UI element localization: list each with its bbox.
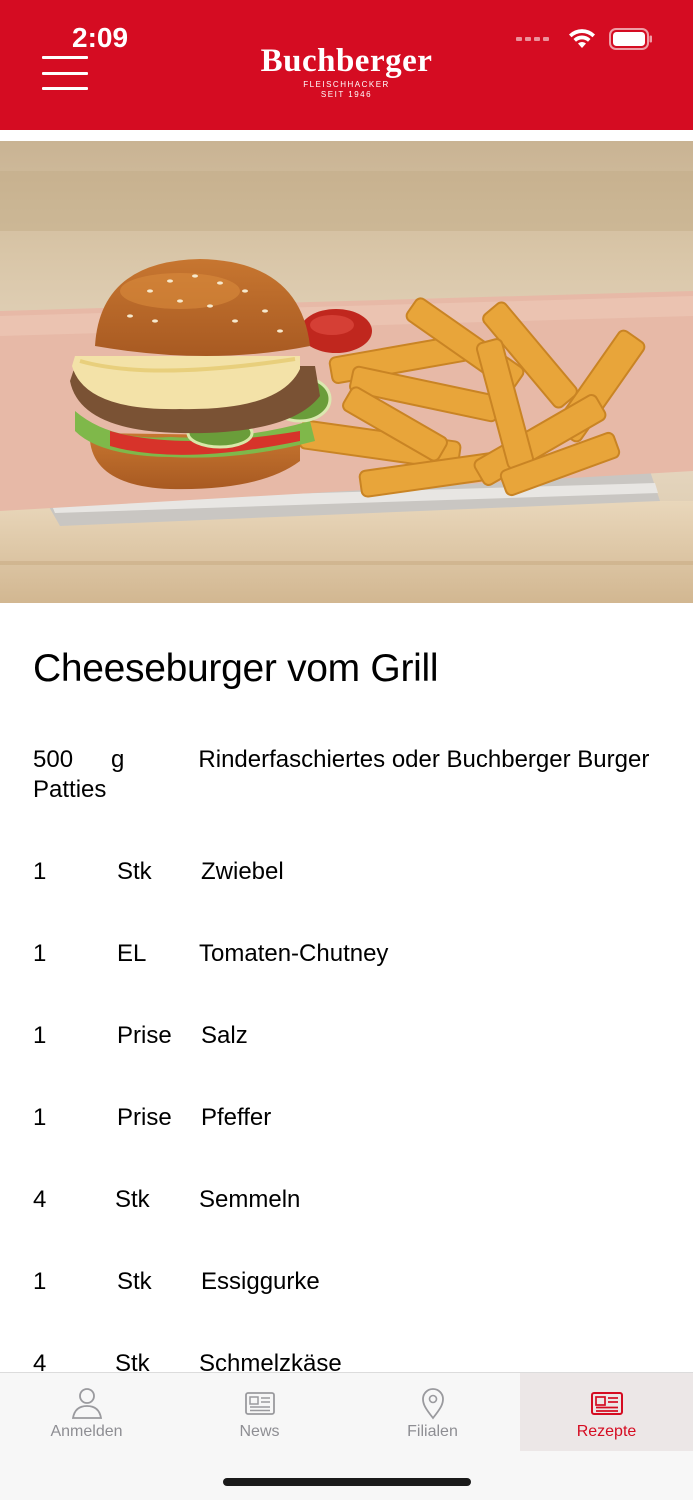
ingredient-qty: 1 [33, 1104, 47, 1131]
ingredient-row: 1 EL Tomaten-Chutney [33, 938, 653, 970]
ingredient-name: Salz [201, 1022, 248, 1049]
ingredient-unit: Stk [117, 858, 152, 885]
ingredient-row: 4 Stk Semmeln [33, 1184, 653, 1216]
ingredient-qty: 1 [33, 1022, 47, 1049]
ingredient-unit: Stk [115, 1186, 150, 1213]
tab-label: News [239, 1423, 280, 1440]
ingredient-unit: Prise [117, 1104, 172, 1131]
ingredient-name: Pfeffer [201, 1104, 272, 1131]
location-pin-icon [421, 1388, 444, 1420]
brand-logo: Buchberger FLEISCHHACKER SEIT 1946 [0, 42, 693, 100]
person-icon [71, 1388, 102, 1419]
brand-subtitle: FLEISCHHACKER [303, 80, 390, 89]
tab-label: Rezepte [576, 1423, 637, 1440]
brand-since: SEIT 1946 [320, 90, 373, 99]
ingredient-row: 1 Stk Zwiebel [33, 856, 653, 888]
recipe-content: Cheeseburger vom Grill 500 g Rinderfaschie… [0, 603, 693, 1373]
ingredient-row: 4 Stk Schmelzkäse [33, 1348, 653, 1373]
app-screen: 2:09 Buchberger FLEISCHHACKER SEIT 1946 … [0, 0, 693, 1500]
ingredient-unit: Stk [115, 1350, 150, 1373]
tab-rezepte[interactable]: Rezepte [520, 1373, 693, 1451]
burger-fries-image [0, 141, 693, 603]
ingredient-qty: 1 [33, 940, 47, 967]
app-header: 2:09 Buchberger FLEISCHHACKER SEIT 1946 [0, 0, 693, 130]
recipe-book-icon [590, 1392, 623, 1415]
ingredient-qty: 4 [33, 1350, 47, 1373]
ingredient-unit: Stk [117, 1268, 152, 1295]
ingredient-row: 1 Prise Salz [33, 1020, 653, 1052]
ingredient-unit: g [111, 746, 125, 773]
tab-news[interactable]: News [173, 1373, 346, 1451]
home-indicator[interactable] [223, 1478, 471, 1486]
tab-filialen[interactable]: Filialen [346, 1373, 519, 1451]
tab-label: Filialen [407, 1423, 458, 1440]
ingredient-unit: EL [117, 940, 147, 967]
ingredient-unit: Prise [117, 1022, 172, 1049]
ingredient-qty: 1 [33, 858, 47, 885]
tab-anmelden[interactable]: Anmelden [0, 1373, 173, 1451]
cellular-signal-icon [516, 37, 549, 41]
ingredient-name: Essiggurke [201, 1268, 320, 1295]
ingredient-name: Rinderfaschiertes oder Buchberger Burger… [33, 746, 650, 803]
ingredient-name: Schmelzkäse [199, 1350, 342, 1373]
ingredient-qty: 1 [33, 1268, 47, 1295]
ingredient-name: Semmeln [199, 1186, 301, 1213]
brand-name: Buchberger [260, 43, 433, 79]
ingredient-row: 1 Prise Pfeffer [33, 1102, 653, 1134]
recipe-photo [0, 141, 693, 603]
recipe-title: Cheeseburger vom Grill [33, 647, 439, 690]
tab-label: Anmelden [50, 1423, 123, 1440]
ingredient-row: 1 Stk Essiggurke [33, 1266, 653, 1298]
ingredient-name: Tomaten-Chutney [199, 940, 389, 967]
newspaper-icon [244, 1392, 275, 1415]
ingredient-qty: 500 [33, 746, 74, 773]
ingredient-row: 500 g Rinderfaschiertes oder Buchberger Bu… [33, 745, 653, 805]
ingredient-qty: 4 [33, 1186, 47, 1213]
ingredient-name: Zwiebel [201, 858, 284, 885]
